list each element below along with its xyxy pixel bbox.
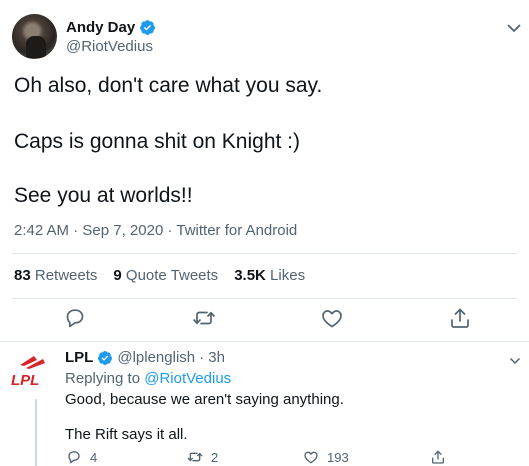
like-icon bbox=[304, 451, 318, 464]
more-icon[interactable] bbox=[509, 357, 521, 365]
tweet-meta: 2:42 AM · Sep 7, 2020 · Twitter for Andr… bbox=[14, 222, 297, 239]
meta-separator: · bbox=[73, 222, 79, 239]
reply-handle[interactable]: @lplenglish bbox=[117, 349, 195, 366]
stat-label: Likes bbox=[270, 267, 306, 284]
reply-share-button[interactable] bbox=[430, 449, 446, 465]
reply-retweet-button[interactable]: 2 bbox=[187, 449, 218, 465]
tweet-date[interactable]: Sep 7, 2020 bbox=[82, 222, 163, 239]
like-icon[interactable] bbox=[320, 306, 344, 330]
verified-badge-icon bbox=[98, 350, 113, 365]
lpl-logo-text: LPL bbox=[11, 372, 39, 389]
divider bbox=[0, 341, 529, 342]
reply-age[interactable]: · 3h bbox=[199, 349, 225, 366]
reply-count: 4 bbox=[90, 449, 98, 465]
lpl-logo[interactable]: LPL bbox=[10, 353, 54, 389]
divider bbox=[12, 298, 517, 299]
tweet-text-line: Oh also, don't care what you say. bbox=[14, 74, 323, 97]
tweet-stats: 83 Retweets 9 Quote Tweets 3.5K Likes bbox=[14, 267, 305, 284]
reply-icon bbox=[68, 451, 80, 464]
stat-count: 83 bbox=[14, 267, 31, 284]
author-block: Andy Day @RiotVedius bbox=[66, 17, 156, 55]
stat-label: Retweets bbox=[34, 267, 98, 284]
reply-display-name[interactable]: LPL bbox=[65, 349, 93, 366]
reply-text-line: Good, because we aren't saying anything. bbox=[65, 391, 344, 408]
reply-icon[interactable] bbox=[63, 306, 87, 330]
stat-count: 3.5K bbox=[234, 267, 266, 284]
tweet-actions bbox=[0, 306, 529, 336]
more-icon[interactable] bbox=[505, 22, 523, 34]
share-icon bbox=[432, 450, 444, 464]
retweet-count: 2 bbox=[211, 449, 219, 465]
meta-separator: · bbox=[167, 222, 173, 239]
divider bbox=[12, 253, 517, 254]
reply-like-button[interactable]: 193 bbox=[303, 449, 349, 465]
verified-badge-icon bbox=[140, 19, 156, 35]
quote-tweets-stat[interactable]: 9 Quote Tweets bbox=[113, 267, 218, 284]
reply-tweet[interactable]: LPL LPL @lplenglish · 3h Replying to @Ri… bbox=[0, 345, 529, 466]
tweet-text-line: Caps is gonna shit on Knight :) bbox=[14, 130, 301, 153]
reply-author-row: LPL @lplenglish · 3h bbox=[65, 349, 225, 366]
avatar[interactable] bbox=[12, 14, 57, 59]
likes-stat[interactable]: 3.5K Likes bbox=[234, 267, 305, 284]
stat-label: Quote Tweets bbox=[125, 267, 219, 284]
like-count: 193 bbox=[327, 449, 349, 465]
retweets-stat[interactable]: 83 Retweets bbox=[14, 267, 97, 284]
display-name[interactable]: Andy Day bbox=[66, 19, 135, 36]
replying-to: Replying to @RiotVedius bbox=[65, 370, 231, 387]
retweet-icon bbox=[187, 452, 203, 462]
reply-text-line: The Rift says it all. bbox=[65, 426, 188, 443]
tweet-client[interactable]: Twitter for Android bbox=[176, 222, 297, 239]
name-row: Andy Day bbox=[66, 17, 156, 37]
handle[interactable]: @RiotVedius bbox=[66, 38, 156, 55]
share-icon[interactable] bbox=[448, 306, 472, 330]
stat-count: 9 bbox=[113, 267, 122, 284]
replying-to-link[interactable]: @RiotVedius bbox=[144, 370, 231, 387]
reply-actions: 4 2 193 bbox=[0, 449, 529, 466]
tweet-time[interactable]: 2:42 AM bbox=[14, 222, 69, 239]
retweet-icon[interactable] bbox=[192, 306, 216, 330]
tweet-text-line: See you at worlds!! bbox=[14, 184, 193, 207]
reply-reply-button[interactable]: 4 bbox=[66, 449, 97, 465]
replying-prefix: Replying to bbox=[65, 370, 141, 387]
